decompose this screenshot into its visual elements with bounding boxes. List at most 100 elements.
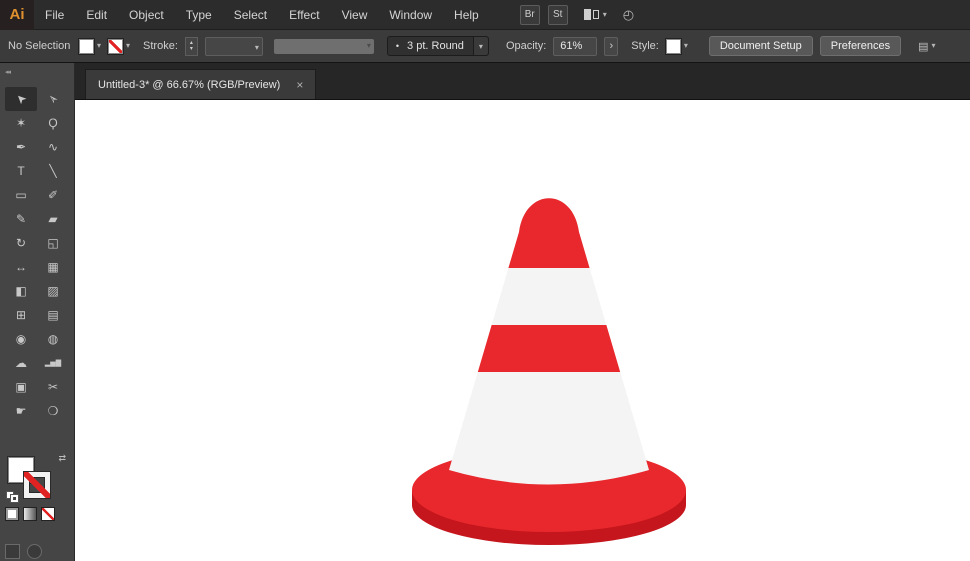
traffic-cone-artwork[interactable]	[405, 183, 693, 549]
rectangle-tool[interactable]: ▭	[5, 183, 37, 207]
stroke-indicator[interactable]	[24, 472, 50, 498]
workspace-switcher[interactable]: ▾	[583, 9, 607, 20]
perspective-grid-tool-icon: ▨	[47, 284, 59, 298]
curvature-tool[interactable]: ∿	[37, 135, 69, 159]
cone-middle-red-band	[449, 325, 649, 372]
column-graph-tool-icon: ▂▅▇	[44, 359, 62, 367]
document-tab[interactable]: Untitled-3* @ 66.67% (RGB/Preview) ×	[85, 69, 317, 99]
gradient-tool[interactable]: ▤	[37, 303, 69, 327]
brush-preview-icon: •	[395, 41, 400, 51]
paintbrush-tool[interactable]: ✐	[37, 183, 69, 207]
screen-mode-button[interactable]	[27, 544, 42, 559]
line-segment-tool[interactable]: ╲	[37, 159, 69, 183]
direct-selection-tool-icon: ➢	[44, 90, 62, 108]
symbol-sprayer-tool[interactable]: ☁	[5, 351, 37, 375]
color-button[interactable]	[5, 507, 19, 521]
magic-wand-tool-icon: ✶	[15, 116, 27, 130]
hand-tool[interactable]: ☛	[5, 399, 37, 423]
slice-tool[interactable]: ✂	[37, 375, 69, 399]
tools-panel: ◂◂ ➤ ➢ ✶ Ϙ ✒ ∿ T ╲ ▭ ✐ ✎ ▰ ↻ ◱ ↔ ▦ ◧ ▨ ⊞…	[0, 63, 75, 561]
preferences-button[interactable]: Preferences	[819, 36, 902, 56]
cone-top-red-band	[449, 198, 649, 268]
opacity-input[interactable]: 61%	[553, 36, 598, 56]
workspace: ◂◂ ➤ ➢ ✶ Ϙ ✒ ∿ T ╲ ▭ ✐ ✎ ▰ ↻ ◱ ↔ ▦ ◧ ▨ ⊞…	[0, 63, 970, 561]
eyedropper-tool[interactable]: ◉	[5, 327, 37, 351]
mesh-tool[interactable]: ⊞	[5, 303, 37, 327]
column-graph-tool[interactable]: ▂▅▇	[37, 351, 69, 375]
close-tab-icon[interactable]: ×	[296, 78, 303, 92]
menubar-item[interactable]: View	[331, 0, 379, 30]
step-down-icon: ▾	[189, 46, 193, 52]
chevron-down-icon: ▾	[366, 40, 371, 50]
style-select[interactable]: ▾	[665, 38, 688, 54]
scale-tool[interactable]: ◱	[37, 231, 69, 255]
fill-color-control[interactable]: ▾	[79, 38, 101, 54]
default-fill-stroke-icon[interactable]	[6, 491, 20, 503]
stroke-weight-select[interactable]: ▾	[204, 36, 263, 56]
paint-mode-buttons	[5, 507, 55, 521]
eraser-tool-icon: ▰	[48, 212, 58, 226]
menu-items: File Edit Object Type Select Effect View Window…	[34, 0, 490, 30]
tab-title: Untitled-3* @ 66.67% (RGB/Preview)	[98, 78, 281, 91]
brush-name: 3 pt. Round	[407, 40, 464, 52]
gradient-tool-icon: ▤	[47, 308, 59, 322]
eyedropper-tool-icon: ◉	[15, 332, 27, 346]
none-button[interactable]	[41, 507, 55, 521]
menubar-item[interactable]: Effect	[278, 0, 330, 30]
toolbar-bottom-buttons	[5, 544, 42, 559]
stroke-weight-stepper[interactable]: ▴ ▾	[184, 36, 198, 56]
zoom-tool[interactable]: ❍	[37, 399, 69, 423]
magic-wand-tool[interactable]: ✶	[5, 111, 37, 135]
control-panel-menu-icon[interactable]: ▤ ▾	[918, 40, 935, 53]
fill-swatch	[79, 38, 94, 54]
document-setup-button[interactable]: Document Setup	[708, 36, 813, 56]
selection-tool[interactable]: ➤	[5, 87, 37, 111]
canvas[interactable]	[75, 100, 970, 561]
pen-tool[interactable]: ✒	[5, 135, 37, 159]
chevron-down-icon: ▾	[931, 41, 936, 50]
menubar-item[interactable]: Object	[118, 0, 175, 30]
performance-gauge-icon[interactable]: ◴	[623, 7, 634, 23]
width-tool[interactable]: ↔	[5, 255, 37, 279]
rotate-tool[interactable]: ↻	[5, 231, 37, 255]
symbol-sprayer-tool-icon: ☁	[15, 356, 27, 370]
brush-definition-select[interactable]: • 3 pt. Round ▾	[386, 36, 489, 56]
gradient-button[interactable]	[23, 507, 37, 521]
chevron-down-icon: ▾	[602, 9, 607, 19]
menubar-item[interactable]: Edit	[75, 0, 118, 30]
menubar-item[interactable]: Type	[175, 0, 223, 30]
free-transform-tool[interactable]: ▦	[37, 255, 69, 279]
selection-tool-icon: ➤	[12, 90, 30, 108]
opacity-label: Opacity:	[505, 40, 547, 52]
line-segment-tool-icon: ╲	[49, 164, 57, 178]
direct-selection-tool[interactable]: ➢	[37, 87, 69, 111]
menubar-item[interactable]: File	[34, 0, 75, 30]
panel-menu-icon: ▤	[918, 40, 929, 53]
stroke-color-control[interactable]: ▾	[108, 38, 130, 54]
artboard-tool[interactable]: ▣	[5, 375, 37, 399]
chevron-down-icon: ▾	[254, 42, 259, 52]
drawing-mode-button[interactable]	[5, 544, 20, 559]
menubar-item[interactable]: Help	[443, 0, 490, 30]
pencil-tool[interactable]: ✎	[5, 207, 37, 231]
collapse-panel-button[interactable]: ◂◂	[0, 63, 74, 77]
menubar-item[interactable]: Select	[223, 0, 278, 30]
perspective-grid-tool[interactable]: ▨	[37, 279, 69, 303]
menubar-item[interactable]: Window	[378, 0, 443, 30]
stock-button[interactable]: St	[547, 4, 568, 25]
control-bar: No Selection ▾ ▾ Stroke: ▴ ▾ ▾ ▾ • 3 pt.…	[0, 30, 970, 63]
type-tool[interactable]: T	[5, 159, 37, 183]
variable-width-profile-select[interactable]: ▾	[273, 38, 374, 54]
illustrator-logo: Ai	[0, 0, 34, 30]
eraser-tool[interactable]: ▰	[37, 207, 69, 231]
opacity-options-button[interactable]: ›	[604, 36, 619, 56]
selection-status: No Selection	[8, 40, 71, 52]
lasso-tool[interactable]: Ϙ	[37, 111, 69, 135]
bridge-button[interactable]: Br	[519, 4, 540, 25]
shape-builder-tool-icon: ◧	[15, 284, 27, 298]
shape-builder-tool[interactable]: ◧	[5, 279, 37, 303]
swap-fill-stroke-icon[interactable]: ⇄	[58, 453, 66, 464]
blend-tool[interactable]: ◍	[37, 327, 69, 351]
none-slash-icon	[42, 508, 54, 520]
document-tab-bar: Untitled-3* @ 66.67% (RGB/Preview) ×	[75, 63, 970, 100]
